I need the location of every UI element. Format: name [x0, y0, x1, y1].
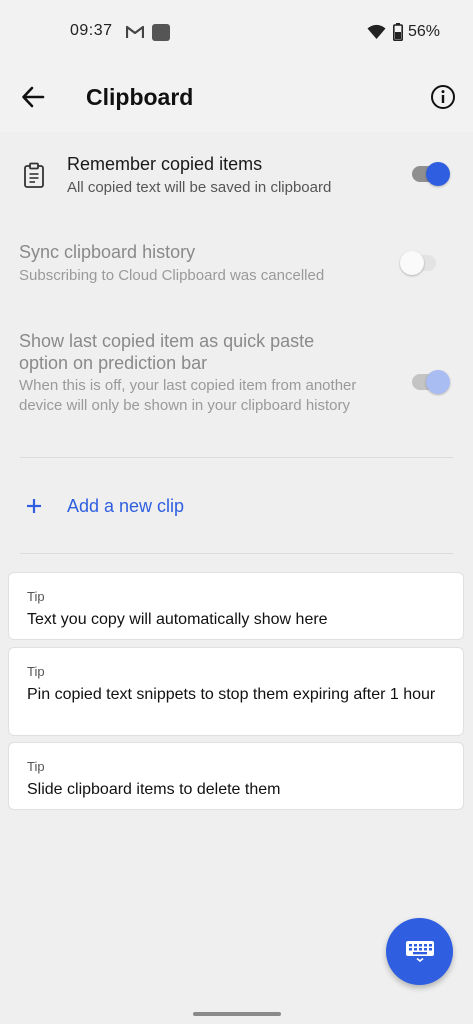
- page-title: Clipboard: [86, 84, 194, 110]
- gmail-icon: [126, 25, 144, 38]
- status-time: 09:37: [70, 22, 113, 39]
- toggle-thumb: [426, 162, 450, 186]
- divider: [20, 457, 453, 458]
- setting-remember-copied-items[interactable]: Remember copied items All copied text wi…: [0, 132, 473, 220]
- tip-text: Text you copy will automatically show he…: [27, 611, 328, 628]
- tip-label: Tip: [27, 664, 45, 679]
- battery-icon: [393, 23, 403, 41]
- setting-title: Remember copied items: [67, 154, 263, 174]
- setting-subtitle: All copied text will be saved in clipboa…: [67, 179, 332, 196]
- sync-clipboard-history-toggle[interactable]: [400, 250, 440, 276]
- setting-sync-clipboard-history[interactable]: Sync clipboard history Subscribing to Cl…: [0, 220, 473, 308]
- divider: [20, 553, 453, 554]
- app-square-icon: [152, 24, 170, 41]
- tip-text: Slide clipboard items to delete them: [27, 781, 281, 798]
- clipboard-icon: [24, 162, 44, 188]
- setting-subtitle: When this is off, your last copied item …: [19, 377, 357, 414]
- tip-card: Tip Slide clipboard items to delete them: [8, 742, 464, 810]
- wifi-icon: [367, 24, 386, 39]
- tip-label: Tip: [27, 589, 45, 604]
- keyboard-icon: [406, 941, 434, 962]
- tip-card: Tip Pin copied text snippets to stop the…: [8, 647, 464, 736]
- remember-copied-items-toggle[interactable]: [410, 161, 450, 187]
- setting-title: Sync clipboard history: [19, 242, 196, 262]
- setting-subtitle: Subscribing to Cloud Clipboard was cance…: [19, 267, 325, 284]
- setting-title: Show last copied item as quick paste opt…: [19, 331, 315, 373]
- info-icon[interactable]: [430, 84, 456, 110]
- setting-quick-paste-prediction-bar[interactable]: Show last copied item as quick paste opt…: [0, 308, 473, 448]
- status-bar: 09:37 56%: [0, 0, 473, 66]
- toggle-thumb: [426, 370, 450, 394]
- toggle-thumb: [400, 251, 424, 275]
- tip-text: Pin copied text snippets to stop them ex…: [27, 686, 436, 703]
- add-new-clip-button[interactable]: Add a new clip: [0, 484, 473, 534]
- keyboard-fab-button[interactable]: [386, 918, 453, 985]
- clipboard-settings-content: Remember copied items All copied text wi…: [0, 132, 473, 1024]
- back-arrow-icon[interactable]: [20, 84, 46, 110]
- plus-icon: [27, 499, 41, 513]
- add-new-clip-label: Add a new clip: [67, 496, 185, 516]
- navigation-gesture-handle[interactable]: [193, 1012, 281, 1016]
- tip-label: Tip: [27, 759, 45, 774]
- tip-card: Tip Text you copy will automatically sho…: [8, 572, 464, 640]
- app-bar: Clipboard: [0, 66, 473, 132]
- quick-paste-toggle[interactable]: [410, 369, 450, 395]
- battery-percent: 56%: [408, 23, 441, 40]
